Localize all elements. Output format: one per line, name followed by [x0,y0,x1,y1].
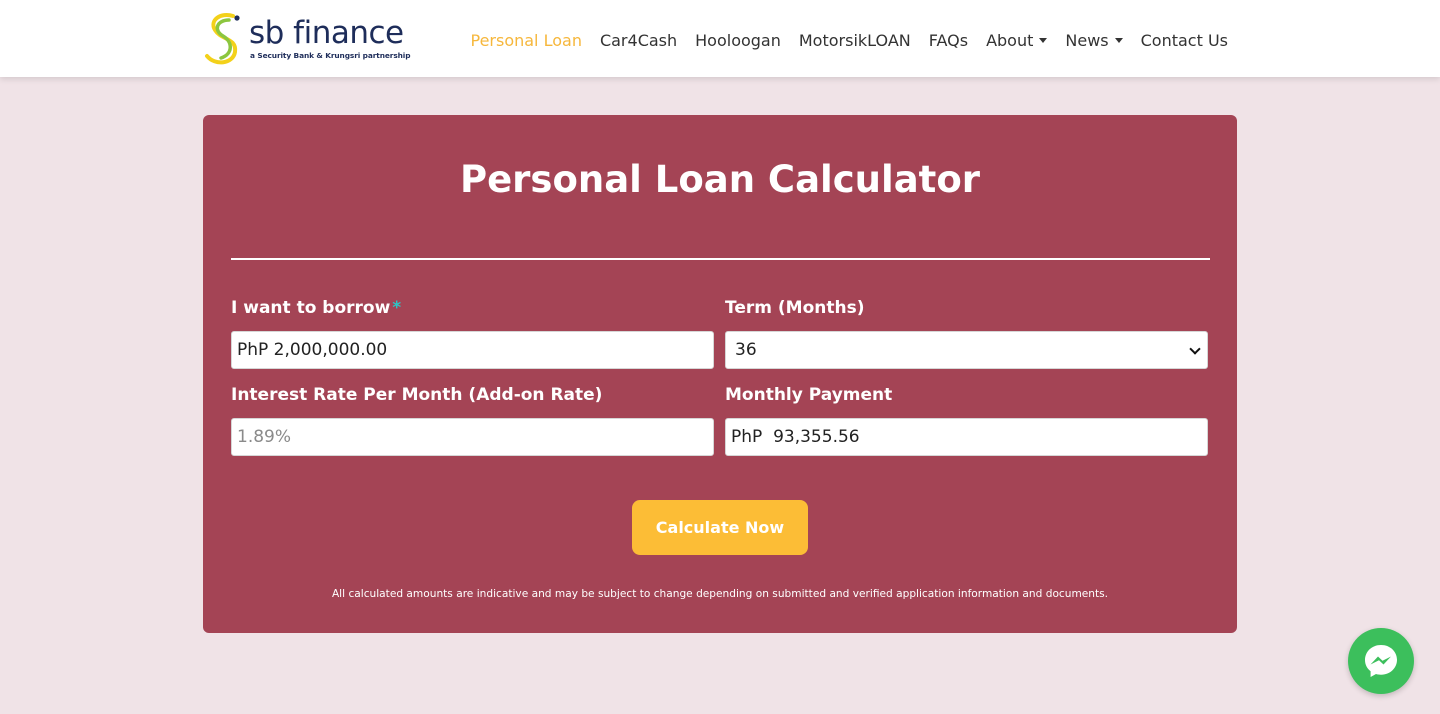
interest-rate-input[interactable]: 1.89% [231,418,714,456]
nav-item-personal-loan[interactable]: Personal Loan [470,31,581,50]
borrow-label: I want to borrow * [231,298,401,318]
interest-rate-placeholder: 1.89% [237,427,292,447]
nav-item-label: FAQs [928,30,969,50]
caret-down-icon [1114,37,1123,43]
calculator-title: Personal Loan Calculator [459,158,981,201]
nav-item-contact-us[interactable]: Contact Us [1141,31,1228,50]
borrow-label-text: I want to borrow [231,298,391,318]
nav-item-label: Personal Loan [470,30,582,50]
borrow-amount-value: PhP 2,000,000.00 [237,340,388,360]
main-nav: Personal Loan Car4Cash Hooloogan Motorsi… [470,29,1228,51]
monthly-payment-label: Monthly Payment [725,385,893,405]
term-selected-value: 36 [735,340,757,360]
messenger-icon [1365,645,1397,677]
sb-finance-logo-icon [205,13,240,65]
nav-item-motorsikloan[interactable]: MotorsikLOAN [799,31,911,50]
term-select[interactable]: 36 [725,331,1208,369]
interest-label: Interest Rate Per Month (Add-on Rate) [231,385,603,405]
nav-item-label: Contact Us [1140,30,1228,50]
nav-item-label: Car4Cash [599,30,678,50]
brand-name: sb finance [249,15,404,51]
nav-item-label: Hooloogan [695,30,781,50]
term-label: Term (Months) [725,298,865,318]
calculate-now-button[interactable]: Calculate Now [632,500,808,555]
messenger-chat-button[interactable] [1348,628,1414,694]
brand-logo[interactable]: sb finance a Security Bank & Krungsri pa… [203,10,413,68]
brand-tagline: a Security Bank & Krungsri partnership [250,51,411,60]
nav-item-about[interactable]: About [986,30,1048,50]
disclaimer-text: All calculated amounts are indicative an… [331,588,1109,600]
nav-item-label: News [1065,30,1109,50]
caret-down-icon [1039,37,1048,43]
nav-item-label: MotorsikLOAN [798,30,911,50]
nav-item-label: About [986,30,1034,50]
monthly-payment-value: PhP 93,355.56 [731,427,860,447]
required-mark: * [392,298,402,318]
borrow-amount-input[interactable]: PhP 2,000,000.00 [231,331,714,369]
title-divider [231,258,1210,260]
nav-item-faqs[interactable]: FAQs [929,31,968,50]
site-header: sb finance a Security Bank & Krungsri pa… [0,0,1440,77]
nav-item-hooloogan[interactable]: Hooloogan [695,31,781,50]
chevron-down-icon [1189,343,1201,355]
monthly-payment-field[interactable]: PhP 93,355.56 [725,418,1208,456]
nav-item-car4cash[interactable]: Car4Cash [600,31,677,50]
nav-item-news[interactable]: News [1065,30,1123,50]
